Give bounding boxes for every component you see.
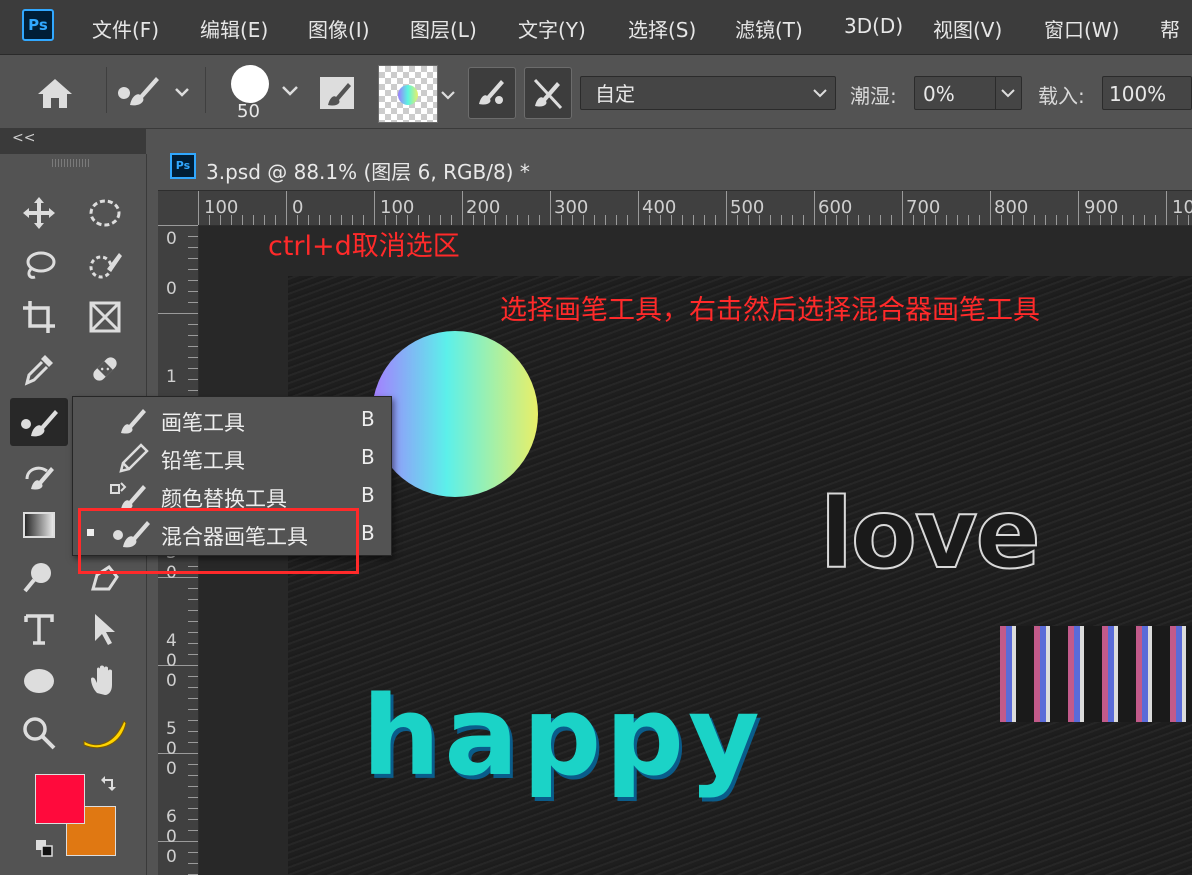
wet-value: 0%	[923, 82, 955, 106]
ps-document-icon: Ps	[170, 153, 196, 179]
annotation-select-mixer-brush: 选择画笔工具，右击然后选择混合器画笔工具	[500, 295, 1040, 326]
menu-bar: Ps 文件(F) 编辑(E) 图像(I) 图层(L) 文字(Y) 选择(S) 滤…	[0, 0, 1192, 55]
mixer-brush-preset-icon[interactable]	[116, 71, 196, 115]
flyout-item-shortcut: B	[361, 483, 375, 507]
eyedropper-tool-icon[interactable]	[16, 346, 62, 392]
happy-text-layer[interactable]: happy	[362, 672, 764, 800]
ruler-label: 0	[166, 827, 177, 847]
dodge-tool-icon[interactable]	[16, 554, 62, 600]
ruler-label: 0	[166, 229, 177, 249]
load-brush-after-stroke-button[interactable]	[468, 67, 516, 119]
crop-tool-icon[interactable]	[16, 294, 62, 340]
default-colors-icon[interactable]	[34, 838, 58, 864]
menu-select[interactable]: 选择(S)	[628, 14, 696, 43]
document-title: 3.psd @ 88.1% (图层 6, RGB/8) *	[206, 160, 530, 184]
wet-label: 潮湿:	[850, 84, 897, 108]
path-selection-tool-icon[interactable]	[82, 606, 128, 652]
photoshop-logo-icon[interactable]: Ps	[22, 9, 54, 41]
quick-selection-tool-icon[interactable]	[82, 242, 128, 288]
flyout-item-label: 铅笔工具	[161, 449, 245, 473]
menu-help[interactable]: 帮	[1160, 14, 1180, 43]
flyout-item-label: 画笔工具	[161, 411, 245, 435]
menu-file[interactable]: 文件(F)	[92, 14, 159, 43]
toolbar-collapse-button[interactable]: <<	[12, 130, 35, 146]
toolbar-grip[interactable]	[52, 159, 90, 167]
love-text-layer[interactable]: love	[819, 477, 1042, 591]
hand-tool-icon[interactable]	[82, 658, 128, 704]
toolbar-header: <<	[0, 128, 146, 154]
clean-brush-after-stroke-button[interactable]	[524, 67, 572, 119]
healing-brush-tool-icon[interactable]	[82, 346, 128, 392]
flyout-item-brush-tool[interactable]: 画笔工具 B	[73, 401, 391, 437]
current-brush-load-swatch[interactable]	[378, 65, 438, 123]
menu-type[interactable]: 文字(Y)	[518, 14, 586, 43]
marquee-tool-icon[interactable]	[82, 190, 128, 236]
history-brush-tool-icon[interactable]	[16, 452, 62, 498]
menu-image[interactable]: 图像(I)	[308, 14, 370, 43]
home-icon[interactable]	[34, 75, 76, 115]
ruler-label: 6	[166, 807, 177, 827]
document-tab[interactable]: Ps 3.psd @ 88.1% (图层 6, RGB/8) *	[158, 144, 1192, 191]
lasso-tool-icon[interactable]	[16, 242, 62, 288]
flyout-item-shortcut: B	[361, 445, 375, 469]
ruler-label: 0	[166, 847, 177, 867]
load-value: 100%	[1109, 82, 1167, 106]
chevron-down-icon[interactable]	[280, 83, 300, 102]
brush-size-value: 50	[237, 101, 260, 122]
zoom-tool-icon[interactable]	[16, 710, 62, 756]
brush-tip-preview[interactable]	[231, 65, 269, 103]
menu-edit[interactable]: 编辑(E)	[200, 14, 268, 43]
menu-3d[interactable]: 3D(D)	[844, 14, 903, 38]
type-tool-icon[interactable]	[16, 606, 62, 652]
swap-colors-icon[interactable]	[97, 772, 121, 800]
flyout-item-shortcut: B	[361, 521, 375, 545]
move-tool-icon[interactable]	[16, 190, 62, 236]
ruler-label: 4	[166, 631, 177, 651]
brush-settings-panel-icon[interactable]	[318, 75, 358, 115]
annotation-ctrl-d: ctrl+d取消选区	[268, 231, 460, 262]
frame-tool-icon[interactable]	[82, 294, 128, 340]
chevron-down-icon[interactable]	[440, 87, 456, 106]
foreground-color-swatch[interactable]	[35, 774, 85, 824]
flyout-item-pencil-tool[interactable]: 铅笔工具 B	[73, 439, 391, 475]
gradient-circle-shape[interactable]	[372, 331, 538, 497]
menu-layer[interactable]: 图层(L)	[410, 14, 477, 43]
menu-view[interactable]: 视图(V)	[933, 14, 1002, 43]
brush-tool-icon[interactable]	[10, 398, 68, 446]
sparkle-text-layer[interactable]	[1000, 626, 1192, 722]
ruler-label: 5	[166, 719, 177, 739]
wet-input[interactable]: 0%	[914, 76, 1022, 110]
ruler-label: 0	[166, 279, 177, 299]
mix-preset-select[interactable]: 自定	[580, 76, 836, 110]
load-label: 载入:	[1038, 84, 1085, 108]
ruler-label: 0	[166, 651, 177, 671]
mix-preset-value: 自定	[595, 82, 635, 106]
ruler-label: 0	[166, 759, 177, 779]
gradient-tool-icon[interactable]	[16, 502, 62, 548]
horizontal-ruler[interactable]: 100 0 100 200 300 400 500 600 700 800 90…	[158, 191, 1192, 226]
menu-window[interactable]: 窗口(W)	[1044, 14, 1119, 43]
ellipse-tool-icon[interactable]	[16, 658, 62, 704]
flyout-item-shortcut: B	[361, 407, 375, 431]
ruler-label: 0	[166, 739, 177, 759]
ruler-label: 0	[166, 671, 177, 691]
load-input[interactable]: 100%	[1102, 76, 1192, 110]
banana-icon[interactable]	[82, 710, 128, 756]
menu-filter[interactable]: 滤镜(T)	[735, 14, 803, 43]
highlight-box	[78, 508, 359, 574]
options-bar: 50 自定 潮湿: 0% 载入: 100%	[0, 55, 1192, 129]
ruler-label: 1	[166, 367, 177, 387]
